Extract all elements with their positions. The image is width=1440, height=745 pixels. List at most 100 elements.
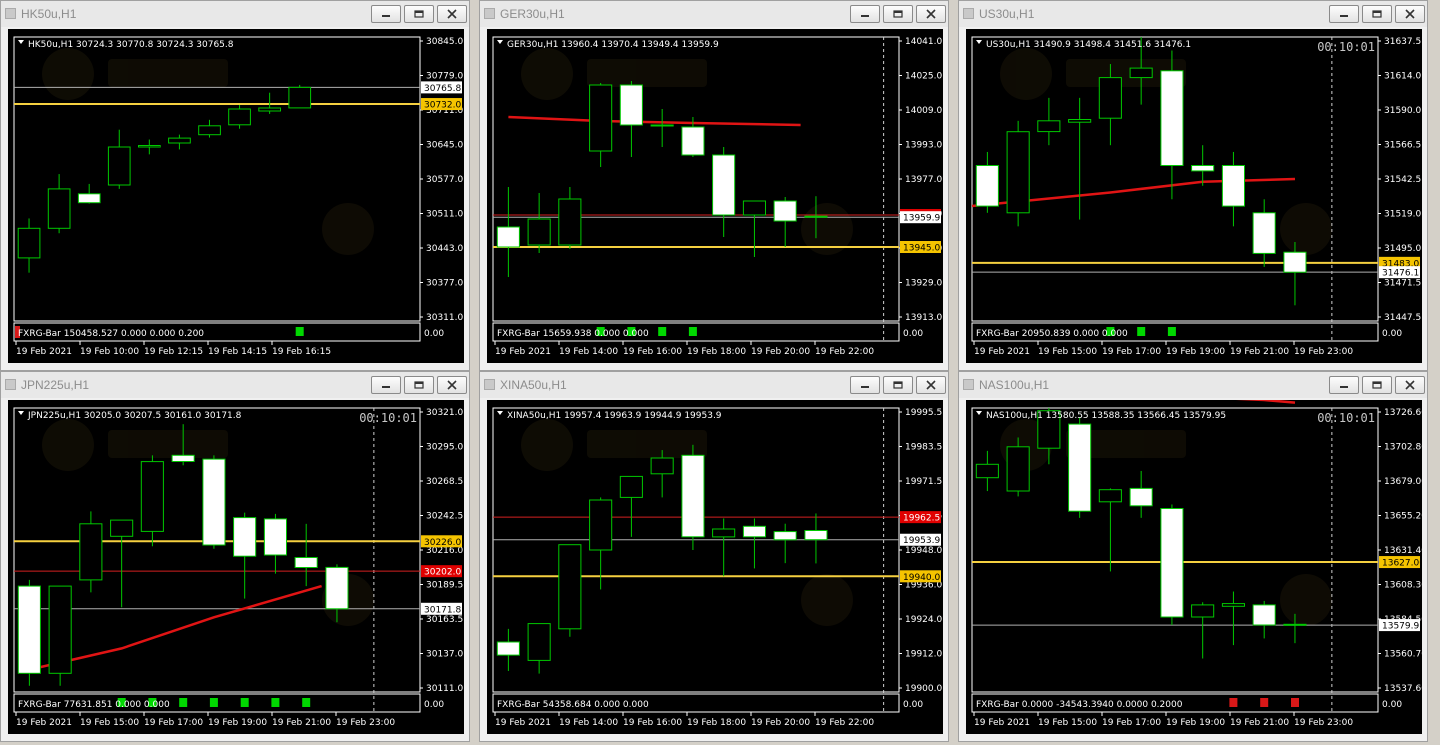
candlestick[interactable] bbox=[712, 518, 736, 577]
window-titlebar[interactable]: NAS100u,H1 bbox=[959, 372, 1427, 398]
candlestick[interactable] bbox=[1252, 199, 1276, 267]
restore-button[interactable] bbox=[883, 376, 913, 394]
candlestick[interactable] bbox=[228, 105, 251, 129]
candlestick[interactable] bbox=[527, 623, 551, 674]
window-titlebar[interactable]: US30u,H1 bbox=[959, 1, 1427, 27]
candlestick[interactable] bbox=[1068, 97, 1092, 220]
candlestick[interactable] bbox=[558, 544, 582, 637]
restore-button[interactable] bbox=[883, 5, 913, 23]
window-titlebar[interactable]: JPN225u,H1 bbox=[1, 372, 469, 398]
chart-area[interactable]: 31637.5 31614.0 31590.0 31566.5 31542.5 31519… bbox=[966, 29, 1422, 363]
restore-button[interactable] bbox=[404, 376, 434, 394]
candlestick[interactable] bbox=[496, 187, 520, 277]
candlestick[interactable] bbox=[1129, 470, 1153, 518]
candlestick[interactable] bbox=[233, 512, 257, 599]
candlestick[interactable] bbox=[1098, 488, 1122, 572]
restore-button[interactable] bbox=[404, 5, 434, 23]
close-button[interactable] bbox=[916, 376, 946, 394]
minimize-button[interactable] bbox=[371, 5, 401, 23]
candlestick[interactable] bbox=[168, 134, 191, 150]
chart-canvas[interactable]: 13726.60 13702.80 13679.00 13655.20 13631.40… bbox=[966, 400, 1422, 734]
candlestick[interactable] bbox=[742, 518, 766, 569]
triangle-down-icon[interactable] bbox=[976, 40, 982, 44]
window-titlebar[interactable]: GER30u,H1 bbox=[480, 1, 948, 27]
candlestick[interactable] bbox=[975, 151, 999, 213]
restore-button[interactable] bbox=[1362, 376, 1392, 394]
candlestick[interactable] bbox=[294, 523, 318, 587]
candlestick[interactable] bbox=[589, 83, 613, 167]
window-titlebar[interactable]: XINA50u,H1 bbox=[480, 372, 948, 398]
candlestick[interactable] bbox=[110, 519, 134, 608]
chart-window[interactable]: NAS100u,H1 13726.60 13702.80 13679.00 13655.… bbox=[958, 371, 1428, 742]
candlestick[interactable] bbox=[288, 84, 312, 109]
chart-area[interactable]: 30845.0 30779.0 30711.0 30645.0 30577.0 30511… bbox=[8, 29, 464, 363]
candlestick[interactable] bbox=[1191, 602, 1215, 659]
triangle-down-icon[interactable] bbox=[497, 40, 503, 44]
candlestick[interactable] bbox=[681, 444, 705, 550]
candlestick[interactable] bbox=[107, 129, 131, 189]
candlestick[interactable] bbox=[202, 455, 226, 549]
candlestick[interactable] bbox=[1037, 97, 1061, 146]
close-button[interactable] bbox=[437, 376, 467, 394]
candlestick[interactable] bbox=[496, 628, 520, 671]
candlestick[interactable] bbox=[198, 119, 221, 138]
triangle-down-icon[interactable] bbox=[976, 411, 982, 415]
minimize-button[interactable] bbox=[850, 376, 880, 394]
candlestick[interactable] bbox=[975, 450, 999, 492]
candlestick[interactable] bbox=[804, 513, 828, 564]
candlestick[interactable] bbox=[773, 523, 797, 564]
candlestick[interactable] bbox=[619, 475, 643, 537]
candlestick[interactable] bbox=[742, 200, 766, 257]
chart-area[interactable]: 13726.60 13702.80 13679.00 13655.20 13631.40… bbox=[966, 400, 1422, 734]
window-titlebar[interactable]: HK50u,H1 bbox=[1, 1, 469, 27]
minimize-button[interactable] bbox=[1329, 5, 1359, 23]
candlestick[interactable] bbox=[619, 81, 643, 157]
close-button[interactable] bbox=[916, 5, 946, 23]
candlestick[interactable] bbox=[1160, 504, 1184, 626]
candlestick[interactable] bbox=[138, 139, 161, 155]
candlestick[interactable] bbox=[140, 455, 164, 547]
candlestick[interactable] bbox=[1191, 145, 1215, 186]
triangle-down-icon[interactable] bbox=[18, 40, 24, 44]
chart-window[interactable]: JPN225u,H1 30321.0 30295.0 30268.5 30242.5 30… bbox=[0, 371, 470, 742]
chart-window[interactable]: XINA50u,H119995.519983.519971.519959.519… bbox=[479, 371, 949, 742]
triangle-down-icon[interactable] bbox=[497, 411, 503, 415]
candlestick[interactable] bbox=[1006, 437, 1030, 497]
chart-canvas[interactable]: 14041.014025.014009.013993.013977.013961… bbox=[487, 29, 943, 363]
triangle-down-icon[interactable] bbox=[18, 411, 24, 415]
restore-button[interactable] bbox=[1362, 5, 1392, 23]
candlestick[interactable] bbox=[558, 187, 582, 249]
candlestick[interactable] bbox=[773, 197, 797, 247]
close-button[interactable] bbox=[437, 5, 467, 23]
chart-area[interactable]: 19995.519983.519971.519959.519948.019936… bbox=[487, 400, 943, 734]
chart-canvas[interactable]: 30321.030295.030268.530242.530216.030189… bbox=[8, 400, 464, 734]
chart-canvas[interactable]: 19995.519983.519971.519959.519948.019936… bbox=[487, 400, 943, 734]
candlestick[interactable] bbox=[527, 193, 551, 253]
candlestick[interactable] bbox=[1221, 591, 1245, 646]
close-button[interactable] bbox=[1395, 376, 1425, 394]
chart-area[interactable]: 30321.0 30295.0 30268.5 30242.5 30216.0 30189… bbox=[8, 400, 464, 734]
candlestick[interactable] bbox=[712, 147, 736, 237]
candlestick[interactable] bbox=[17, 579, 41, 686]
chart-window[interactable]: HK50u,H1 30845.0 30779.0 30711.0 30645.0 3057… bbox=[0, 0, 470, 371]
candlestick[interactable] bbox=[47, 174, 71, 234]
minimize-button[interactable] bbox=[1329, 376, 1359, 394]
candlestick[interactable] bbox=[1068, 417, 1092, 518]
chart-area[interactable]: 14041.014025.014009.013993.013977.013961… bbox=[487, 29, 943, 363]
candlestick[interactable] bbox=[1006, 120, 1030, 227]
candlestick[interactable] bbox=[17, 218, 41, 273]
candlestick[interactable] bbox=[263, 513, 287, 574]
minimize-button[interactable] bbox=[371, 376, 401, 394]
candlestick[interactable] bbox=[77, 183, 101, 204]
chart-window[interactable]: GER30u,H1 14041.0 14025.0 14009.0 13993.0 139… bbox=[479, 0, 949, 371]
chart-canvas[interactable]: 30845.030779.030711.030645.030577.030511… bbox=[8, 29, 464, 363]
candlestick[interactable] bbox=[79, 511, 103, 593]
candlestick[interactable] bbox=[1221, 151, 1245, 227]
candlestick[interactable] bbox=[1252, 600, 1276, 639]
candlestick[interactable] bbox=[650, 109, 674, 147]
minimize-button[interactable] bbox=[850, 5, 880, 23]
candlestick[interactable] bbox=[48, 585, 72, 686]
close-button[interactable] bbox=[1395, 5, 1425, 23]
chart-window[interactable]: US30u,H1 31637.5 31614.0 31590.0 31566.5 3154… bbox=[958, 0, 1428, 371]
chart-canvas[interactable]: 31637.5 31614.0 31590.0 31566.5 31542.5 31519… bbox=[966, 29, 1422, 363]
